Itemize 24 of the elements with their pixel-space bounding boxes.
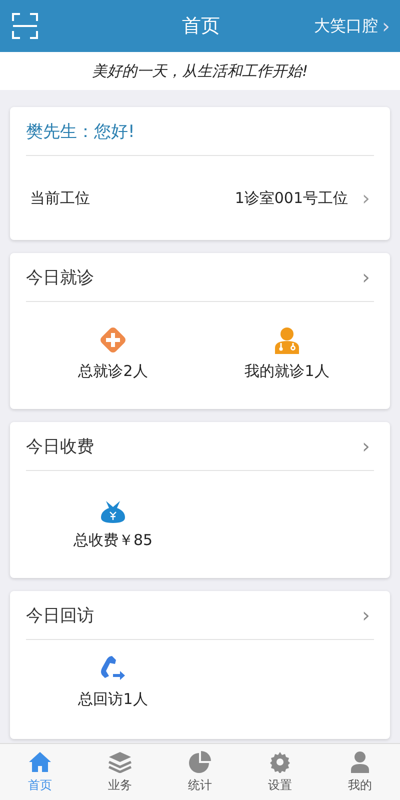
stat-label[interactable]: 总回访1人 xyxy=(78,690,148,709)
money-bag-icon xyxy=(100,499,126,525)
person-icon xyxy=(349,750,371,772)
stat-label[interactable]: 总就诊2人 xyxy=(78,362,148,381)
slogan: 美好的一天，从生活和工作开始! xyxy=(0,52,400,90)
tab[interactable]: 统计 xyxy=(160,744,240,800)
page-title: 首页 xyxy=(182,14,220,39)
section-header[interactable]: 今日收费 › xyxy=(26,422,374,471)
clinic-selector[interactable]: 大笑口腔 › xyxy=(314,14,390,38)
pie-chart-icon xyxy=(189,750,211,772)
doctor-icon xyxy=(272,326,302,356)
tab[interactable]: 业务 xyxy=(80,744,160,800)
greeting: 樊先生：您好! xyxy=(26,107,374,156)
section-header[interactable]: 今日就诊 › xyxy=(26,253,374,302)
section-header[interactable]: 今日回访 › xyxy=(26,591,374,640)
scan-icon[interactable] xyxy=(12,13,38,39)
stat-label[interactable]: 总收费￥85 xyxy=(73,531,153,550)
stat-label[interactable]: 我的就诊1人 xyxy=(244,362,330,381)
workstation-row[interactable]: 当前工位 1诊室001号工位 › xyxy=(26,156,374,240)
layers-icon xyxy=(108,750,132,772)
tab[interactable]: 我的 xyxy=(320,744,400,800)
settings-icon xyxy=(269,750,291,772)
home-icon xyxy=(28,750,52,772)
tab[interactable]: 设置 xyxy=(240,744,320,800)
